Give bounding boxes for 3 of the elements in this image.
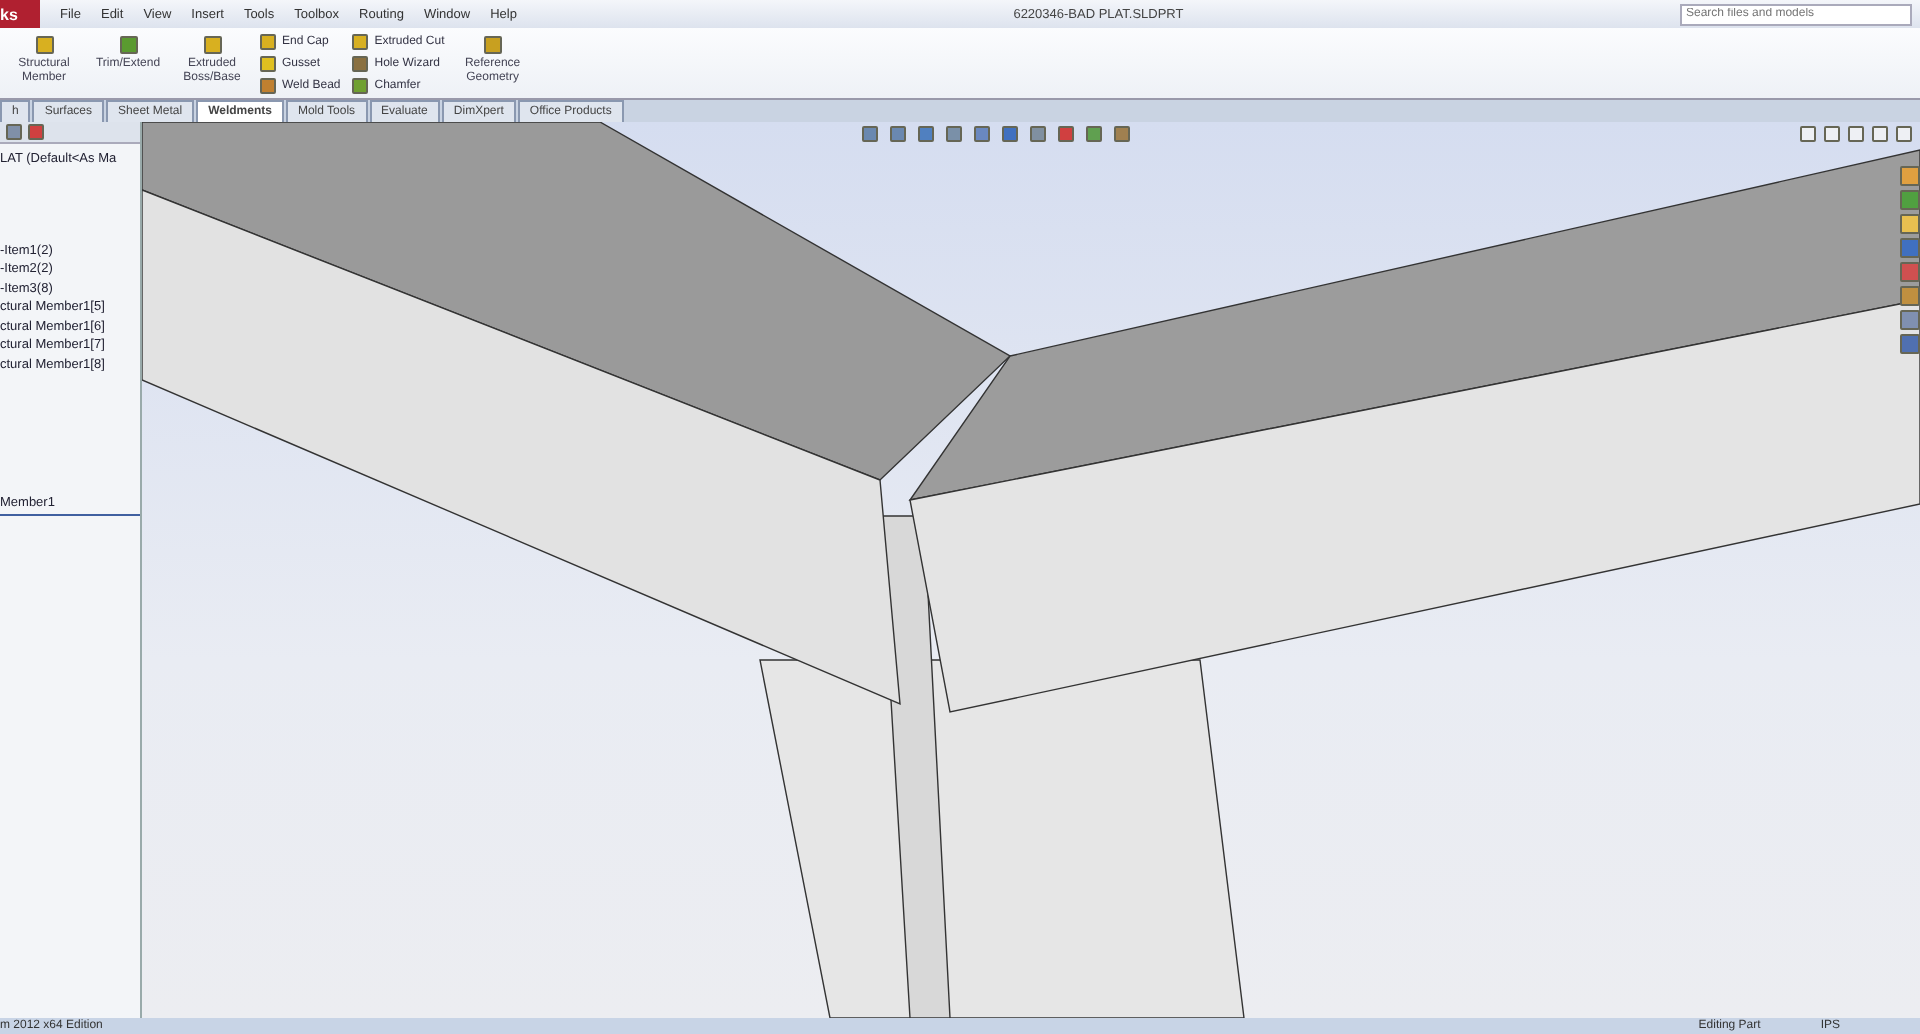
appearance-icon[interactable] <box>28 124 44 140</box>
feature-tree-icon[interactable] <box>6 124 22 140</box>
logo[interactable]: ks <box>0 0 40 28</box>
